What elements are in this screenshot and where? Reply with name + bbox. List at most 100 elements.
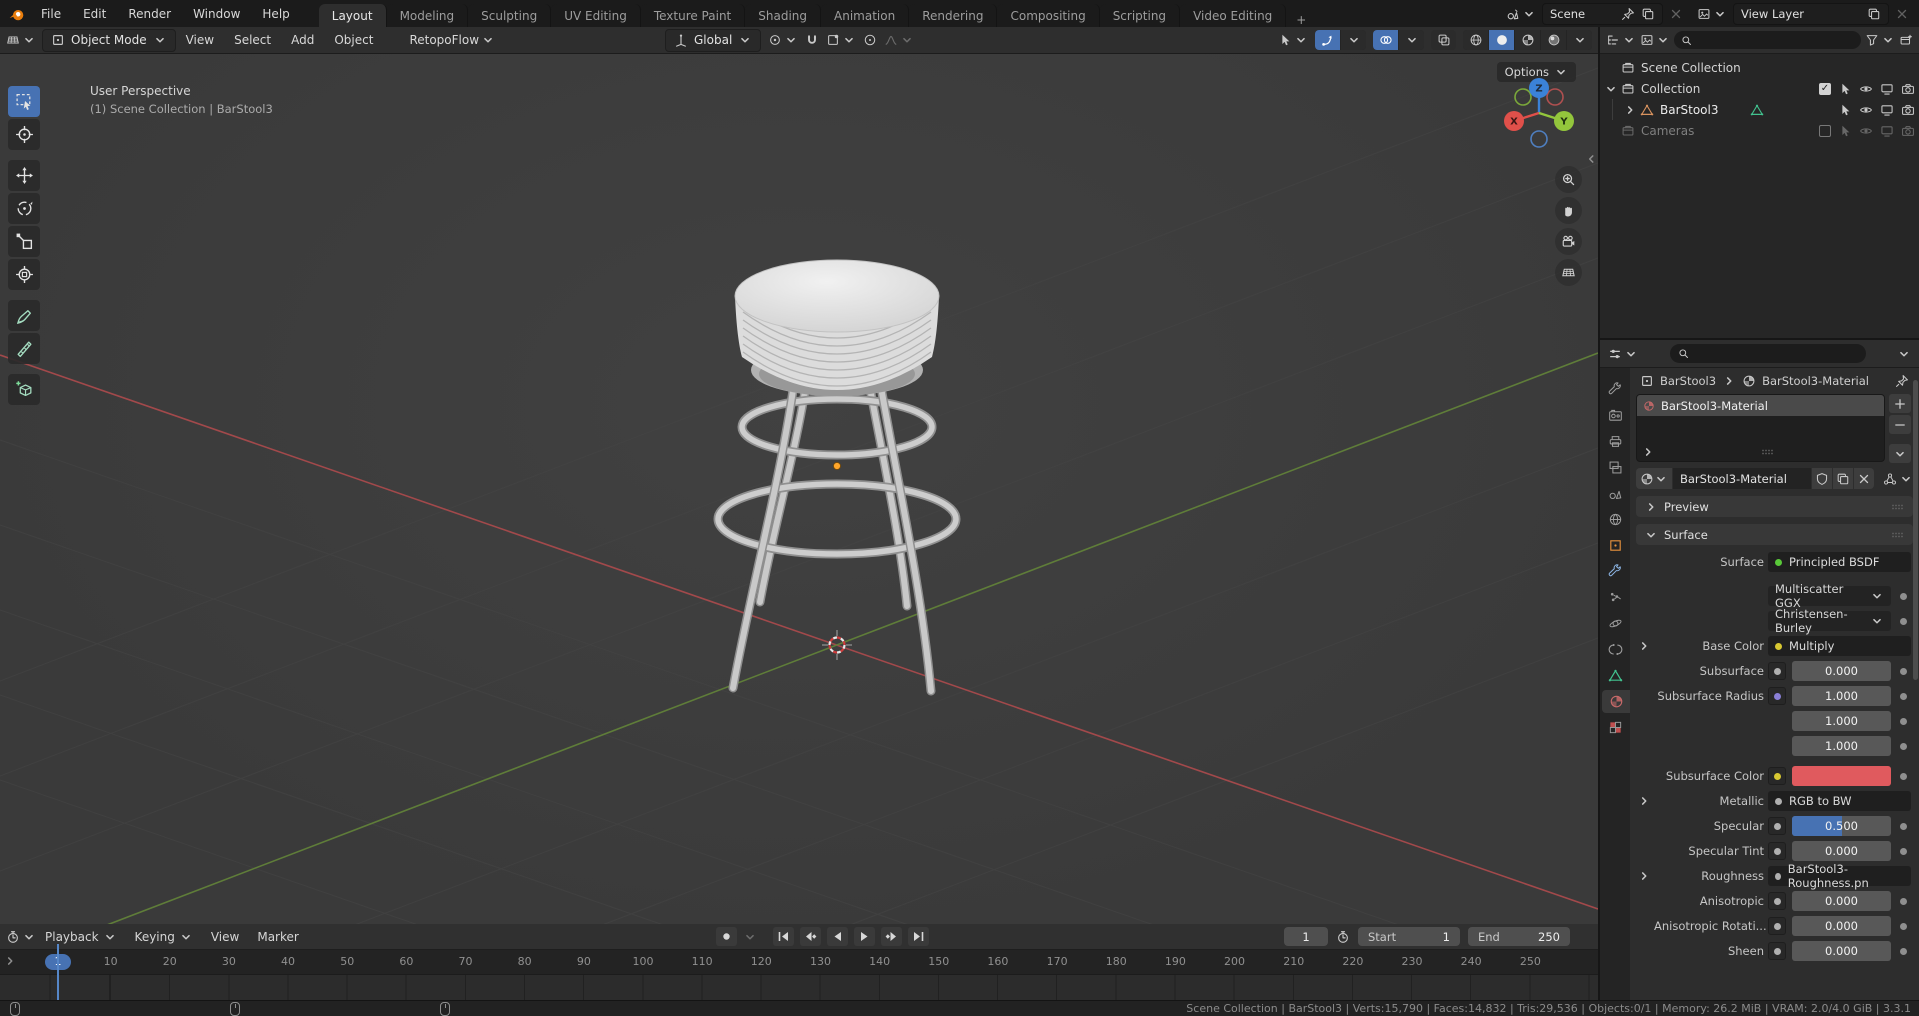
tab-scene[interactable] — [1602, 482, 1628, 505]
outliner-row-cameras[interactable]: Cameras — [1600, 120, 1919, 141]
viewport-menu-item[interactable]: Select — [224, 33, 281, 47]
panel-preview[interactable]: Preview — [1636, 496, 1913, 517]
selectable-icon[interactable] — [1838, 103, 1852, 117]
timeline-collapse-arrow[interactable] — [3, 954, 17, 968]
hide-eye-icon[interactable] — [1859, 103, 1873, 117]
outliner-filter-dropdown[interactable] — [1865, 33, 1895, 47]
timeline-track-area[interactable] — [0, 975, 1598, 1000]
timeline-menu-item[interactable]: View — [202, 930, 248, 944]
anisotropic-rotation-slider[interactable]: 0.000 — [1792, 916, 1891, 936]
decorator-dot[interactable] — [1899, 667, 1907, 675]
expand-icon[interactable] — [1637, 639, 1651, 653]
barstool-object[interactable] — [713, 259, 961, 696]
play-button[interactable] — [854, 927, 875, 946]
collection-checkbox[interactable] — [1819, 124, 1831, 137]
tab-tool[interactable] — [1602, 378, 1628, 401]
render-disable-icon[interactable] — [1901, 103, 1915, 117]
tab-output[interactable] — [1602, 430, 1628, 453]
pin-icon[interactable] — [1621, 7, 1635, 21]
gizmos-toggle[interactable] — [1315, 30, 1340, 50]
render-disable-icon[interactable] — [1901, 124, 1915, 138]
selectable-icon[interactable] — [1838, 124, 1852, 138]
slot-specials-dropdown[interactable] — [1889, 444, 1911, 463]
viewport-disable-icon[interactable] — [1880, 124, 1894, 138]
material-slot-list[interactable]: BarStool3-Material — [1636, 394, 1885, 462]
tool-cursor[interactable] — [8, 119, 40, 150]
anisotropic-slider[interactable]: 0.000 — [1792, 891, 1891, 911]
axis-neg-z[interactable] — [1530, 130, 1548, 148]
workspace-tab[interactable]: Video Editing — [1180, 4, 1287, 27]
expand-icon[interactable] — [1637, 794, 1651, 808]
browse-material-button[interactable] — [1636, 468, 1672, 489]
snapping-dropdown[interactable] — [826, 33, 856, 47]
node-socket[interactable] — [1768, 817, 1786, 835]
mode-dropdown[interactable]: Object Mode — [42, 28, 176, 52]
xray-toggle[interactable] — [1431, 30, 1456, 50]
disclosure-triangle[interactable] — [1604, 82, 1618, 96]
decorator-dot[interactable] — [1899, 592, 1907, 600]
editor-type-button[interactable] — [6, 33, 36, 47]
navigation-gizmo[interactable]: Z X Y — [1494, 68, 1584, 158]
snap-toggle[interactable] — [805, 33, 819, 47]
tool-annotate[interactable] — [8, 300, 40, 331]
subsurface-method-dropdown[interactable]: Christensen-Burley — [1768, 607, 1891, 635]
breadcrumb-material[interactable]: BarStool3-Material — [1762, 374, 1869, 388]
copy-icon[interactable] — [1867, 7, 1881, 21]
tool-transform[interactable] — [8, 259, 40, 290]
specular-tint-slider[interactable]: 0.000 — [1792, 841, 1891, 861]
transform-orientation-dropdown[interactable]: Global — [665, 28, 762, 52]
close-icon[interactable] — [1895, 7, 1909, 21]
collection-checkbox[interactable]: ✓ — [1819, 82, 1831, 95]
topbar-menu-item[interactable]: File — [30, 0, 72, 27]
tool-measure[interactable] — [8, 333, 40, 364]
tab-particles[interactable] — [1602, 586, 1628, 609]
outliner-editor-type-button[interactable] — [1606, 33, 1636, 47]
tab-render[interactable] — [1602, 404, 1628, 427]
proportional-editing-toggle[interactable] — [863, 33, 877, 47]
hide-eye-icon[interactable] — [1859, 124, 1873, 138]
play-reverse-button[interactable] — [827, 927, 848, 946]
playhead[interactable] — [57, 944, 59, 1000]
object-origin-dot[interactable] — [833, 462, 841, 470]
node-socket[interactable] — [1768, 917, 1786, 935]
metallic-node-button[interactable]: RGB to BW — [1768, 791, 1911, 811]
tool-rotate[interactable] — [8, 193, 40, 224]
sheen-slider[interactable]: 0.000 — [1792, 941, 1891, 961]
viewport-3d[interactable]: User Perspective (1) Scene Collection | … — [0, 54, 1598, 924]
viewport-disable-icon[interactable] — [1880, 82, 1894, 96]
hide-eye-icon[interactable] — [1859, 82, 1873, 96]
axis-neg-y[interactable] — [1514, 88, 1532, 106]
drag-grip-icon[interactable] — [1891, 532, 1905, 538]
node-socket[interactable] — [1768, 767, 1786, 785]
workspace-tab[interactable]: Compositing — [997, 4, 1100, 27]
workspace-tab[interactable]: Rendering — [909, 4, 998, 27]
jump-to-end-button[interactable] — [908, 927, 929, 946]
blender-logo-icon[interactable] — [8, 5, 26, 23]
node-socket[interactable] — [1768, 842, 1786, 860]
panel-surface[interactable]: Surface — [1636, 524, 1913, 545]
workspace-tab[interactable]: Texture Paint — [640, 4, 746, 27]
outliner-search-input[interactable] — [1674, 31, 1861, 49]
surface-shader-button[interactable]: Principled BSDF — [1768, 552, 1911, 572]
decorator-dot[interactable] — [1899, 947, 1907, 955]
shading-solid-button[interactable] — [1489, 30, 1514, 50]
shading-wireframe-button[interactable] — [1463, 30, 1488, 50]
jump-to-start-button[interactable] — [773, 927, 794, 946]
workspace-tab[interactable]: Shading — [745, 4, 821, 27]
decorator-dot[interactable] — [1899, 822, 1907, 830]
pin-icon[interactable] — [1895, 374, 1909, 388]
axis-neg-x[interactable] — [1546, 88, 1564, 106]
outliner-display-mode-dropdown[interactable] — [1640, 33, 1670, 47]
tab-modifiers[interactable] — [1602, 560, 1628, 583]
view-layer-browse-button[interactable] — [1697, 7, 1727, 21]
tab-material[interactable] — [1602, 690, 1630, 713]
decorator-dot[interactable] — [1899, 897, 1907, 905]
workspace-tab[interactable]: Modeling — [386, 4, 469, 27]
proportional-falloff-dropdown[interactable] — [884, 33, 914, 47]
frame-end-field[interactable]: End 250 — [1468, 927, 1570, 946]
shading-dropdown[interactable] — [1567, 30, 1592, 50]
view-layer-selector[interactable]: View Layer — [1733, 2, 1889, 25]
outliner-row-scene-collection[interactable]: Scene Collection — [1600, 57, 1919, 78]
tab-view-layer[interactable] — [1602, 456, 1628, 479]
decorator-dot[interactable] — [1899, 742, 1907, 750]
